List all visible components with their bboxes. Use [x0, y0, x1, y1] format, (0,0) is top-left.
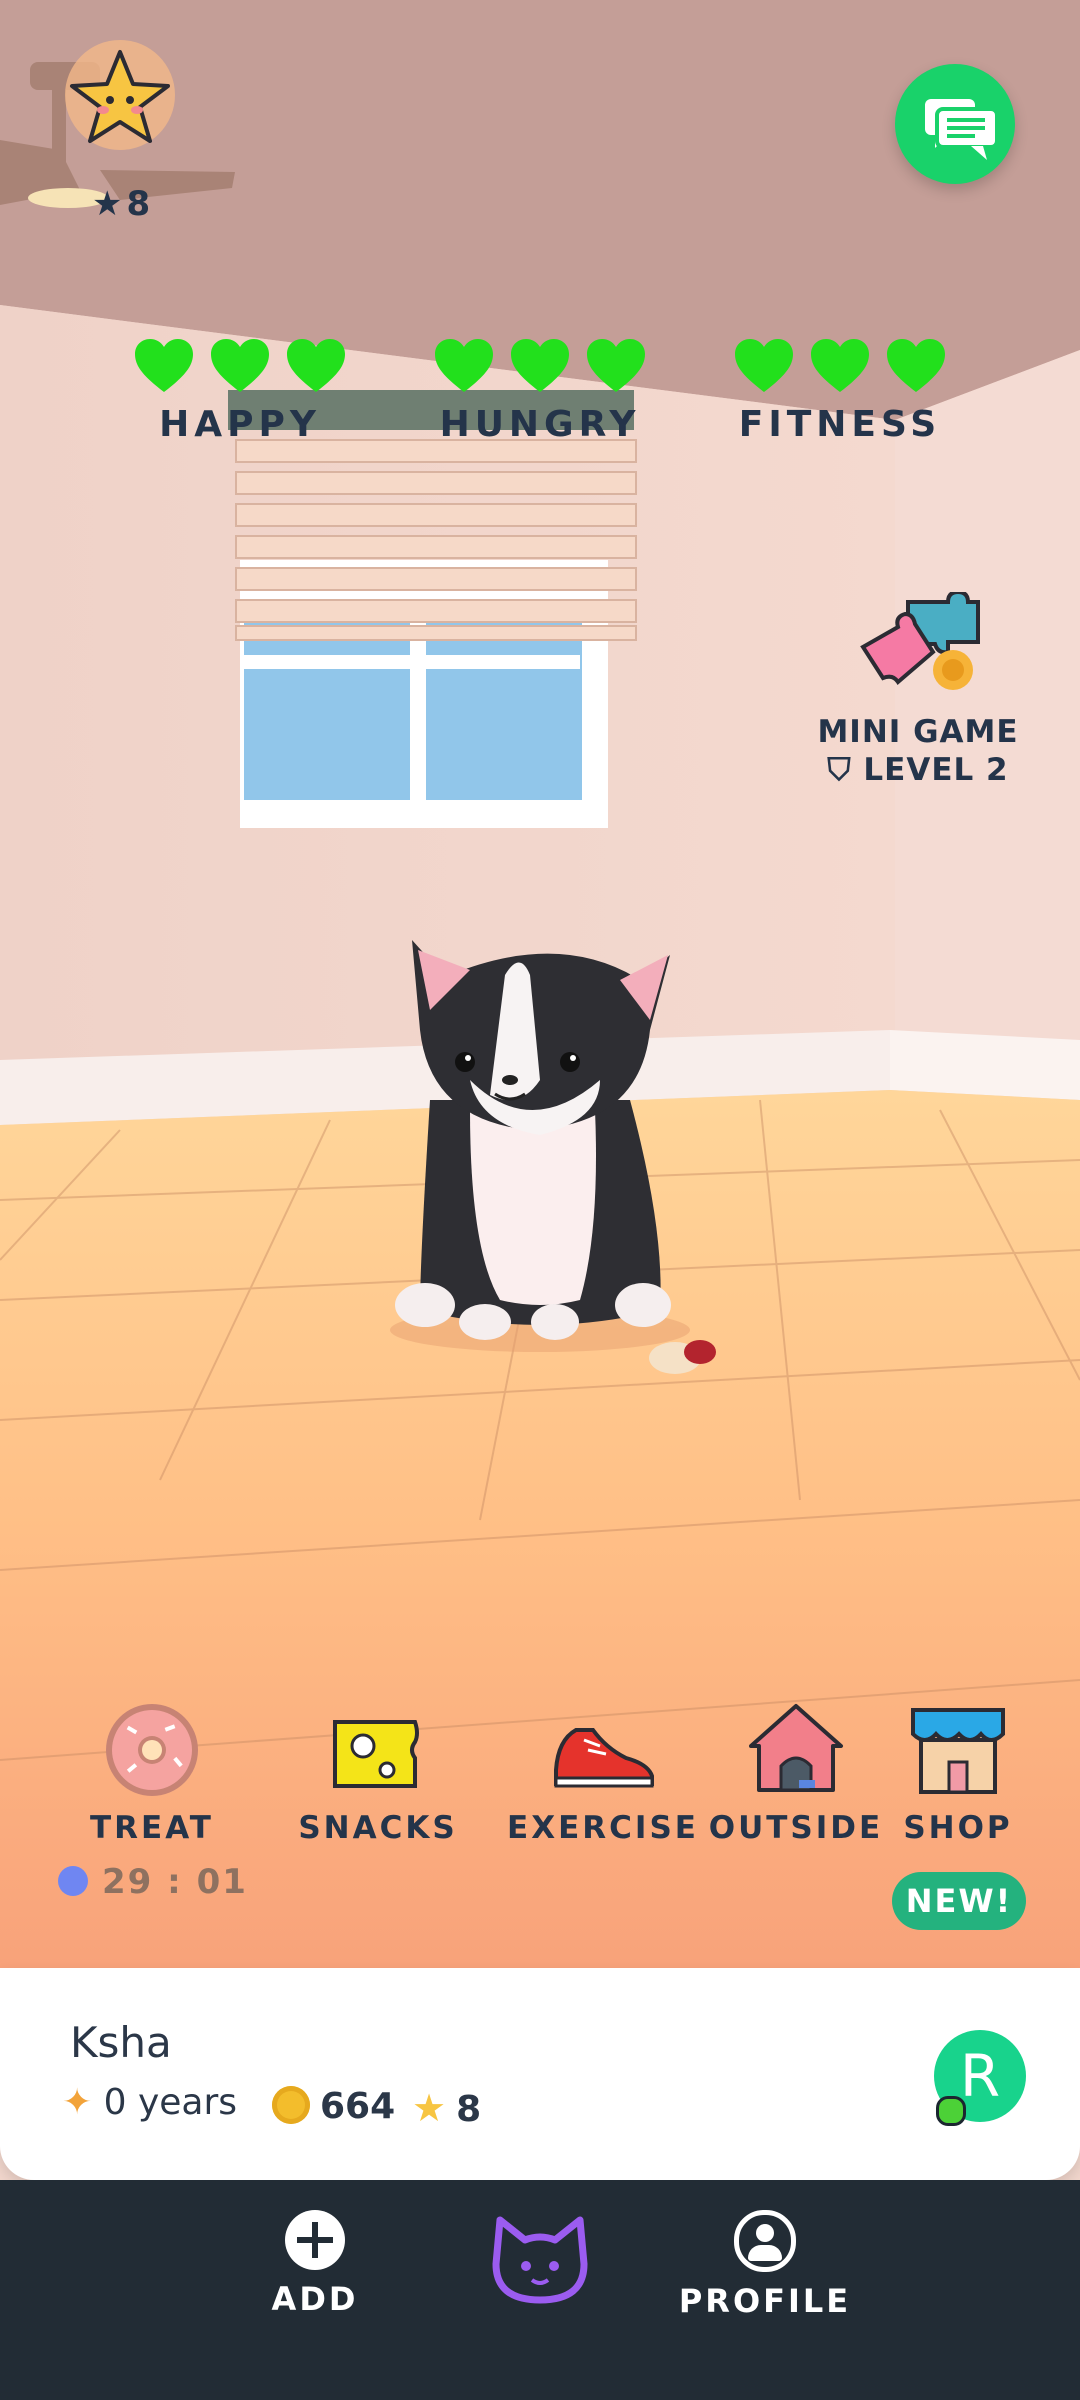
- pet-info-card: [0, 1968, 1080, 2180]
- stat-happy: HAPPY: [110, 338, 370, 445]
- snacks-button[interactable]: SNACKS: [278, 1700, 478, 1846]
- sneaker-icon: [554, 1728, 654, 1788]
- snacks-label: SNACKS: [298, 1810, 458, 1846]
- heart-icon: [587, 339, 645, 392]
- nav-add-label: ADD: [271, 2280, 359, 2318]
- heart-icon: [211, 339, 269, 392]
- chat-button[interactable]: [895, 64, 1015, 184]
- heart-icon: [511, 339, 569, 392]
- stat-fitness: FITNESS: [710, 338, 970, 445]
- room-background: [0, 0, 1080, 1970]
- exercise-label: EXERCISE: [507, 1810, 699, 1846]
- coin-icon: [272, 2086, 310, 2124]
- new-badge: NEW!: [892, 1872, 1026, 1930]
- stat-label: HAPPY: [159, 404, 321, 445]
- heart-icon: [887, 339, 945, 392]
- heart-icon: [811, 339, 869, 392]
- mini-game-button[interactable]: MINI GAME ⛉ LEVEL 2: [808, 592, 1028, 789]
- treat-timer: 29 : 01: [58, 1862, 248, 1902]
- doghouse-icon: [749, 1704, 843, 1792]
- star-icon: ★: [412, 2086, 447, 2130]
- donut-icon: [106, 1704, 198, 1796]
- shop-icon: [911, 1708, 1005, 1794]
- hungry-hearts: [410, 338, 670, 394]
- star-count: ★ 8: [92, 184, 151, 224]
- shop-button[interactable]: SHOP: [858, 1700, 1058, 1846]
- online-status-dot: [936, 2096, 966, 2126]
- exercise-button[interactable]: EXERCISE: [503, 1700, 703, 1846]
- star-face-icon: [65, 40, 175, 150]
- stat-hungry: HUNGRY: [410, 338, 670, 445]
- user-circle-icon: [734, 2210, 796, 2272]
- nav-profile[interactable]: PROFILE: [665, 2210, 865, 2320]
- shop-label: SHOP: [903, 1810, 1013, 1846]
- nav-add[interactable]: ADD: [215, 2210, 415, 2318]
- game-scene: [0, 0, 1080, 1970]
- star-balance: ★ 8: [412, 2086, 482, 2130]
- fitness-hearts: [710, 338, 970, 394]
- stat-label: FITNESS: [738, 404, 942, 445]
- treat-label: TREAT: [90, 1810, 214, 1846]
- small-star-icon: ★: [92, 184, 123, 224]
- cat-face-icon: [492, 2216, 588, 2304]
- nav-pet[interactable]: [440, 2200, 640, 2314]
- coin-balance: 664: [272, 2086, 395, 2127]
- plus-circle-icon: [285, 2210, 345, 2270]
- pet-age: ✦ 0 years: [62, 2082, 238, 2123]
- pet-name: Ksha: [70, 2018, 172, 2067]
- mini-game-level: ⛉ LEVEL 2: [827, 752, 1009, 788]
- treat-button[interactable]: TREAT: [52, 1700, 252, 1846]
- star-level-badge[interactable]: [60, 40, 180, 160]
- chat-bubbles-icon: [925, 99, 999, 160]
- mini-game-title: MINI GAME: [817, 714, 1019, 750]
- shield-icon: ⛉: [827, 752, 864, 788]
- cheese-icon: [333, 1720, 419, 1788]
- heart-icon: [287, 339, 345, 392]
- heart-icon: [435, 339, 493, 392]
- clock-icon: [58, 1866, 88, 1896]
- heart-icon: [135, 339, 193, 392]
- stat-label: HUNGRY: [439, 404, 641, 445]
- happy-hearts: [110, 338, 370, 394]
- heart-icon: [735, 339, 793, 392]
- party-popper-icon: ✦: [62, 2082, 93, 2123]
- nav-profile-label: PROFILE: [678, 2282, 852, 2320]
- puzzle-icon: [860, 592, 980, 690]
